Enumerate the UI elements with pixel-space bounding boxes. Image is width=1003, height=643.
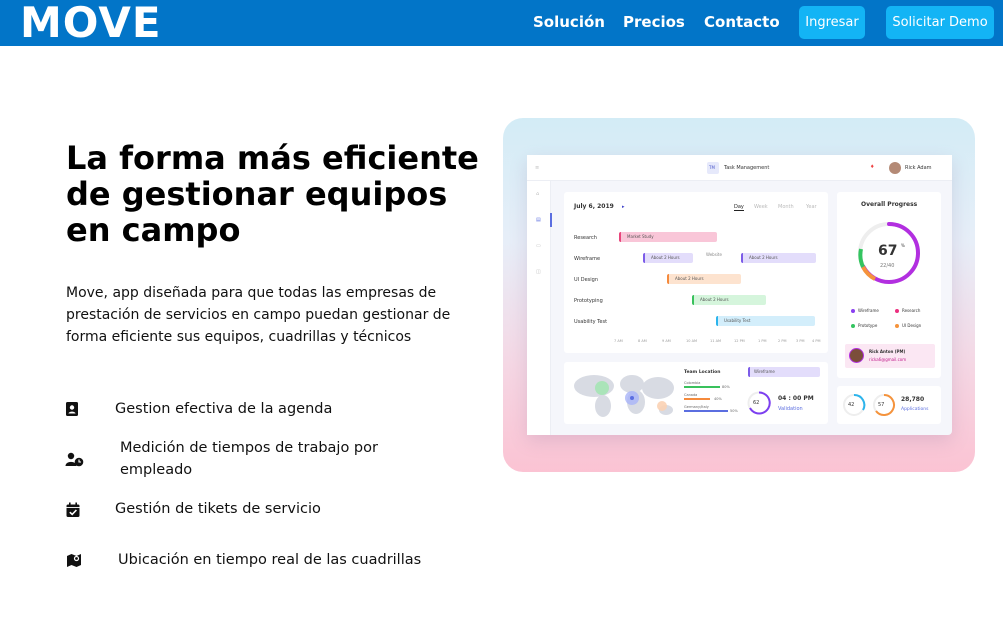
gantt-bar[interactable]: About 2 Hours	[741, 253, 816, 263]
applications-count: 28,780	[901, 396, 925, 403]
location-bar	[684, 410, 728, 412]
gauge-value: 42	[848, 402, 855, 408]
folder-icon: ▭	[536, 243, 541, 249]
validation-label: Validation	[778, 406, 803, 412]
view-tab-week[interactable]: Week	[754, 204, 768, 210]
logo[interactable]: MOVE	[20, 1, 162, 45]
gantt-row-label: Wireframe	[574, 256, 601, 262]
gantt-bar[interactable]: About 2 Hours	[692, 295, 766, 305]
tasks-icon: ▤	[536, 217, 541, 223]
app-title: Task Management	[724, 165, 770, 171]
user-name: Rick Adam	[905, 165, 932, 171]
gantt-row-label: Research	[574, 235, 597, 241]
navbar: MOVE Solución Precios Contacto Ingresar …	[0, 0, 1003, 46]
applications-card: 42 57 28,780 Applications	[837, 386, 941, 424]
validation-percent: 62	[753, 400, 760, 406]
time-tick: 11 AM	[710, 339, 721, 343]
request-demo-button[interactable]: Solicitar Demo	[886, 6, 994, 39]
legend-label: Prototype	[858, 323, 878, 328]
time-tick: 8 AM	[638, 339, 647, 343]
team-location-card: Team Location Colombia 80% Canada 40% Ge…	[564, 362, 828, 424]
gantt-row-label: Usability Test	[574, 319, 608, 325]
bell-icon: ♦	[870, 164, 875, 170]
location-value: 80%	[722, 385, 730, 389]
dashboard-preview: ≡ TM Task Management ♦ Rick Adam ⌂ ▤ ▭ ◫…	[503, 118, 975, 472]
dashboard-app: ≡ TM Task Management ♦ Rick Adam ⌂ ▤ ▭ ◫…	[527, 155, 952, 435]
gantt-bar[interactable]: Market Study	[619, 232, 717, 242]
location-value: 40%	[714, 397, 722, 401]
time-tick: 10 AM	[686, 339, 697, 343]
gantt-mid-label: Website	[706, 252, 722, 257]
chart-icon: ◫	[536, 269, 541, 275]
dashboard-sidebar: ⌂ ▤ ▭ ◫	[527, 181, 552, 435]
view-tab-month[interactable]: Month	[778, 204, 794, 210]
gantt-date: July 6, 2019	[574, 203, 614, 210]
team-location-title: Team Location	[684, 370, 721, 375]
gantt-bar[interactable]: About 2 Hours	[643, 253, 693, 263]
progress-card: Overall Progress 67 % 22/40 Wireframe Re…	[837, 192, 941, 378]
clock-time: 04 : 00 PM	[778, 395, 814, 402]
dashboard-topbar: ≡ TM Task Management ♦ Rick Adam	[527, 155, 952, 181]
nav-link-solucion[interactable]: Solución	[533, 13, 605, 31]
progress-percent: 67	[878, 243, 898, 259]
time-tick: 1 PM	[758, 339, 767, 343]
menu-icon: ≡	[535, 165, 540, 171]
progress-title: Overall Progress	[861, 201, 918, 208]
location-bar	[684, 398, 710, 400]
world-map-icon	[574, 375, 674, 417]
legend-dot	[895, 324, 899, 328]
gantt-row-label: UI Design	[574, 277, 598, 283]
gantt-card: July 6, 2019 ▸ Day Week Month Year Resea…	[564, 192, 828, 353]
view-tab-day[interactable]: Day	[734, 204, 744, 211]
gantt-bar[interactable]: About 2 Hours	[667, 274, 741, 284]
caret-right-icon[interactable]: ▸	[622, 204, 625, 210]
legend-label: Research	[902, 308, 921, 313]
progress-fraction: 22/40	[880, 263, 895, 269]
hero-description: Move, app diseñada para que todas las em…	[66, 285, 451, 345]
legend-dot	[851, 324, 855, 328]
contact-card-icon	[66, 402, 78, 416]
progress-pct-sign: %	[901, 243, 905, 248]
nav-link-contacto[interactable]: Contacto	[704, 13, 780, 31]
hero-title: La forma más eficiente de gestionar equi…	[66, 139, 479, 249]
feature-text-agenda: Gestion efectiva de la agenda	[115, 401, 333, 417]
gantt-row-label: Prototyping	[574, 298, 603, 304]
wireframe-tag-label: Wireframe	[754, 369, 775, 374]
time-tick: 2 PM	[778, 339, 787, 343]
calendar-check-icon	[66, 502, 80, 517]
legend-label: Wireframe	[858, 308, 879, 313]
map-marker-icon	[67, 554, 81, 567]
feature-text-tiempos: Medición de tiempos de trabajo por emple…	[120, 440, 378, 478]
time-tick: 12 PM	[734, 339, 745, 343]
feature-text-tikets: Gestión de tikets de servicio	[115, 501, 321, 517]
location-value: 50%	[730, 409, 738, 413]
view-tab-year[interactable]: Year	[806, 204, 817, 210]
time-tick: 7 AM	[614, 339, 623, 343]
legend-label: UI Design	[902, 323, 922, 328]
nav-link-precios[interactable]: Precios	[623, 13, 685, 31]
user-clock-icon	[65, 452, 84, 467]
app-badge-text: TM	[709, 165, 715, 170]
legend-dot	[851, 309, 855, 313]
avatar	[889, 162, 901, 174]
gantt-bar[interactable]: Usability Test	[716, 316, 815, 326]
pm-name: Rick Anton (PM)	[869, 349, 906, 354]
applications-label: Applications	[901, 407, 929, 412]
login-button[interactable]: Ingresar	[799, 6, 865, 39]
time-tick: 3 PM	[796, 339, 805, 343]
home-icon: ⌂	[536, 191, 540, 197]
time-tick: 9 AM	[662, 339, 671, 343]
feature-text-ubicacion: Ubicación en tiempo real de las cuadrill…	[118, 552, 422, 568]
legend-dot	[895, 309, 899, 313]
pm-email[interactable]: ricka6@gmail.com	[869, 357, 906, 363]
location-bar	[684, 386, 720, 388]
gauge-value: 57	[878, 402, 885, 408]
time-tick: 4 PM	[812, 339, 821, 343]
pm-avatar	[849, 348, 864, 363]
